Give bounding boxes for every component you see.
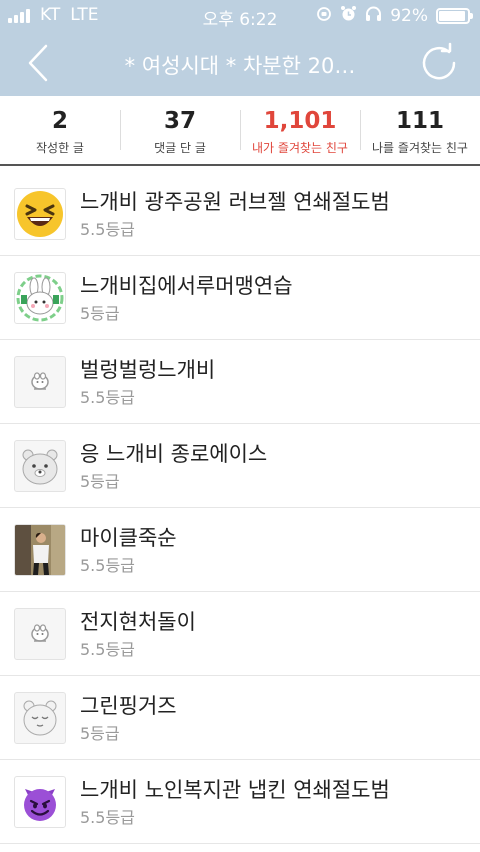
stat-label: 작성한 글 (36, 141, 84, 155)
default-profile-icon (14, 608, 66, 660)
friend-grade: 5.5등급 (80, 388, 135, 407)
friend-name: 응 느개비 종로에이스 (80, 442, 268, 466)
stat-label: 댓글 단 글 (154, 141, 206, 155)
status-bar: KT LTE 오후 6:22 92% (0, 0, 480, 32)
friend-grade: 5등급 (80, 724, 120, 743)
list-item[interactable]: 느개비집에서루머맹연습 5등급 (0, 256, 480, 340)
default-profile-icon (14, 356, 66, 408)
friend-name: 느개비 노인복지관 냅킨 연쇄절도범 (80, 778, 390, 802)
chevron-left-icon (28, 44, 48, 82)
friend-name: 벌렁벌렁느개비 (80, 358, 216, 382)
bunny-character-icon (14, 272, 66, 324)
battery-icon (436, 7, 473, 24)
friend-name: 마이클죽순 (80, 526, 177, 550)
refresh-button[interactable] (418, 42, 460, 84)
stat-value: 2 (51, 108, 68, 134)
list-item[interactable]: 응 느개비 종로에이스 5등급 (0, 424, 480, 508)
stat-posts[interactable]: 2 작성한 글 (0, 96, 120, 164)
stat-value: 37 (163, 108, 196, 134)
profile-stats: 2 작성한 글 37 댓글 단 글 1,101 내가 즐겨찾는 친구 111 나… (0, 96, 480, 166)
devil-emoji-icon (14, 776, 66, 828)
friend-name: 그린핑거즈 (80, 694, 177, 718)
page-title: * 여성시대 * 차분한 20… (124, 54, 356, 78)
friend-grade: 5.5등급 (80, 220, 135, 239)
list-item[interactable]: 마이클죽순 5.5등급 (0, 508, 480, 592)
stat-favorited-by[interactable]: 111 나를 즐겨찾는 친구 (360, 96, 480, 164)
list-item[interactable]: 그린핑거즈 5등급 (0, 676, 480, 760)
sleepy-bear-icon (14, 692, 66, 744)
friend-name: 느개비집에서루머맹연습 (80, 274, 293, 298)
list-item[interactable]: 전지현처돌이 5.5등급 (0, 592, 480, 676)
friend-list: 느개비 광주공원 러브젤 연쇄절도범 5.5등급 느개비집에서루머맹연습 5등급 (0, 172, 480, 844)
list-item[interactable]: 느개비 광주공원 러브젤 연쇄절도범 5.5등급 (0, 172, 480, 256)
app-header: KT LTE 오후 6:22 92% * 여성시대 * 차분한 20… (0, 0, 480, 96)
friend-grade: 5.5등급 (80, 640, 135, 659)
stat-label: 내가 즐겨찾는 친구 (252, 141, 348, 155)
alarm-icon (340, 5, 357, 26)
list-item[interactable]: 느개비 노인복지관 냅킨 연쇄절도범 5.5등급 (0, 760, 480, 844)
laughing-emoji-icon (14, 188, 66, 240)
stat-comments[interactable]: 37 댓글 단 글 (120, 96, 240, 164)
rotation-lock-icon (316, 6, 332, 26)
friend-grade: 5.5등급 (80, 556, 135, 575)
friend-grade: 5.5등급 (80, 808, 135, 827)
friend-grade: 5등급 (80, 304, 120, 323)
stat-value: 111 (395, 108, 444, 134)
stat-my-favorites[interactable]: 1,101 내가 즐겨찾는 친구 (240, 96, 360, 164)
headphones-icon (365, 6, 382, 26)
photo-avatar (14, 524, 66, 576)
friend-name: 느개비 광주공원 러브젤 연쇄절도범 (80, 190, 390, 214)
bear-character-icon (14, 440, 66, 492)
back-button[interactable] (20, 40, 60, 86)
stat-value: 1,101 (263, 108, 337, 134)
friend-grade: 5등급 (80, 472, 120, 491)
list-item[interactable]: 벌렁벌렁느개비 5.5등급 (0, 340, 480, 424)
stat-label: 나를 즐겨찾는 친구 (372, 141, 468, 155)
friend-name: 전지현처돌이 (80, 610, 196, 634)
battery-percent: 92% (390, 5, 428, 26)
refresh-icon (422, 42, 456, 80)
